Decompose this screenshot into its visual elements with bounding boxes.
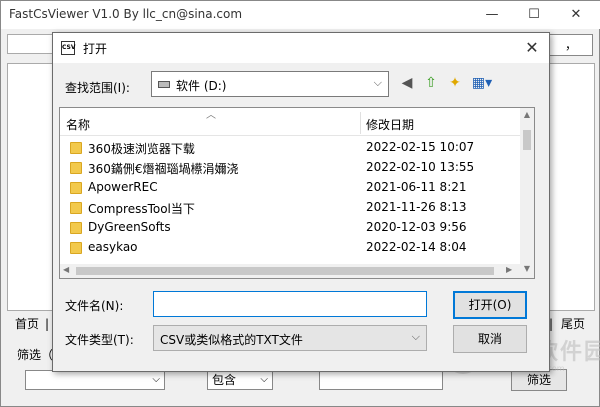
column-divider[interactable] — [360, 112, 361, 134]
filetype-select[interactable]: CSV或类似格式的TXT文件 ⌵ — [153, 325, 427, 351]
list-item[interactable]: easykao 2022-02-14 8:04 — [60, 238, 520, 258]
list-item[interactable]: 360极速浏览器下载 2022-02-15 10:07 — [60, 138, 520, 158]
file-date: 2020-12-03 9:56 — [366, 220, 467, 234]
chevron-down-icon: ⌵ — [411, 330, 420, 343]
folder-icon — [70, 222, 82, 234]
file-name: DyGreenSofts — [88, 220, 171, 234]
file-date: 2022-02-15 10:07 — [366, 140, 475, 154]
filter-value-input[interactable] — [319, 370, 443, 390]
filename-input[interactable] — [153, 291, 427, 317]
scroll-thumb[interactable] — [523, 130, 531, 150]
filter-mode-value: 包含 — [212, 373, 237, 387]
drive-icon — [158, 81, 170, 88]
filter-label: 筛选（ — [17, 348, 54, 362]
list-item[interactable]: ApowerREC 2021-06-11 8:21 — [60, 178, 520, 198]
look-in-label: 查找范围(I): — [65, 81, 130, 95]
file-name: ApowerREC — [88, 180, 158, 194]
csv-file-icon: CSV — [61, 41, 75, 55]
file-name: 360鏋侀€熸祻瑙堝櫒涓嬭浇 — [88, 162, 239, 176]
scroll-right-icon[interactable]: ▶ — [506, 265, 512, 274]
column-name[interactable]: 名称 — [66, 116, 90, 133]
folder-icon — [70, 182, 82, 194]
scroll-left-icon[interactable]: ◀ — [63, 265, 69, 274]
app-titlebar: FastCsViewer V1.0 By llc_cn@sina.com — ☐… — [1, 1, 600, 29]
filetype-label: 文件类型(T): — [65, 333, 134, 347]
look-in-select[interactable]: 软件 (D:) ⌵ — [151, 71, 389, 97]
chevron-down-icon: ⌵ — [260, 374, 268, 385]
back-icon[interactable]: ◀ — [397, 73, 417, 93]
dialog-title: 打开 — [83, 42, 108, 56]
filename-label: 文件名(N): — [65, 299, 124, 313]
maximize-button[interactable]: ☐ — [519, 5, 549, 25]
filetype-value: CSV或类似格式的TXT文件 — [160, 333, 303, 347]
chevron-down-icon: ⌵ — [152, 374, 160, 385]
cancel-button[interactable]: 取消 — [453, 325, 527, 353]
app-title: FastCsViewer V1.0 By llc_cn@sina.com — [9, 7, 243, 21]
chevron-down-icon: ⌵ — [373, 76, 382, 89]
file-list[interactable]: 名称 ︿ 修改日期 360极速浏览器下载 2022-02-15 10:07 36… — [59, 107, 535, 279]
folder-icon — [70, 142, 82, 154]
open-button[interactable]: 打开(O) — [453, 291, 527, 319]
list-item[interactable]: 360鏋侀€熸祻瑙堝櫒涓嬭浇 2022-02-10 13:55 — [60, 158, 520, 178]
file-name: 360极速浏览器下载 — [88, 142, 195, 156]
file-date: 2022-02-10 13:55 — [366, 160, 475, 174]
list-item[interactable]: DyGreenSofts 2020-12-03 9:56 — [60, 218, 520, 238]
up-folder-icon[interactable]: ⇧ — [421, 73, 441, 93]
open-file-dialog: CSV 打开 ✕ 查找范围(I): 软件 (D:) ⌵ ◀ ⇧ ✦ ▦▾ 名称 … — [52, 32, 550, 372]
file-name: CompressTool当下 — [88, 202, 195, 216]
folder-icon — [70, 202, 82, 214]
scroll-thumb[interactable] — [76, 267, 494, 275]
first-page-button[interactable]: 首页 — [15, 315, 39, 335]
look-in-value: 软件 (D:) — [176, 79, 227, 93]
view-menu-icon[interactable]: ▦▾ — [467, 73, 497, 93]
folder-icon — [70, 242, 82, 254]
folder-icon — [70, 162, 82, 174]
vertical-scrollbar[interactable]: ▲ ▼ — [520, 108, 534, 278]
minimize-button[interactable]: — — [477, 5, 507, 25]
scroll-up-icon[interactable]: ▲ — [520, 110, 534, 119]
app-top-button[interactable]: ， — [549, 34, 593, 56]
column-date[interactable]: 修改日期 — [366, 116, 414, 133]
app-path-input[interactable] — [7, 34, 55, 54]
dialog-close-button[interactable]: ✕ — [519, 37, 545, 59]
close-button[interactable]: ✕ — [561, 5, 591, 25]
filter-column-select[interactable]: ⌵ — [25, 370, 165, 390]
dialog-titlebar: CSV 打开 ✕ — [53, 33, 549, 63]
file-date: 2022-02-14 8:04 — [366, 240, 467, 254]
list-item[interactable]: CompressTool当下 2021-11-26 8:13 — [60, 198, 520, 218]
file-date: 2021-11-26 8:13 — [366, 200, 467, 214]
filter-mode-select[interactable]: 包含 ⌵ — [207, 370, 273, 390]
nav-separator: | — [45, 317, 50, 331]
sort-up-icon: ︿ — [206, 110, 216, 121]
scroll-down-icon[interactable]: ▼ — [520, 264, 534, 273]
file-date: 2021-06-11 8:21 — [366, 180, 467, 194]
horizontal-scrollbar[interactable]: ◀ ▶ — [60, 264, 520, 278]
new-folder-icon[interactable]: ✦ — [445, 73, 465, 93]
column-header: 名称 ︿ 修改日期 — [60, 108, 520, 136]
file-name: easykao — [88, 240, 138, 254]
